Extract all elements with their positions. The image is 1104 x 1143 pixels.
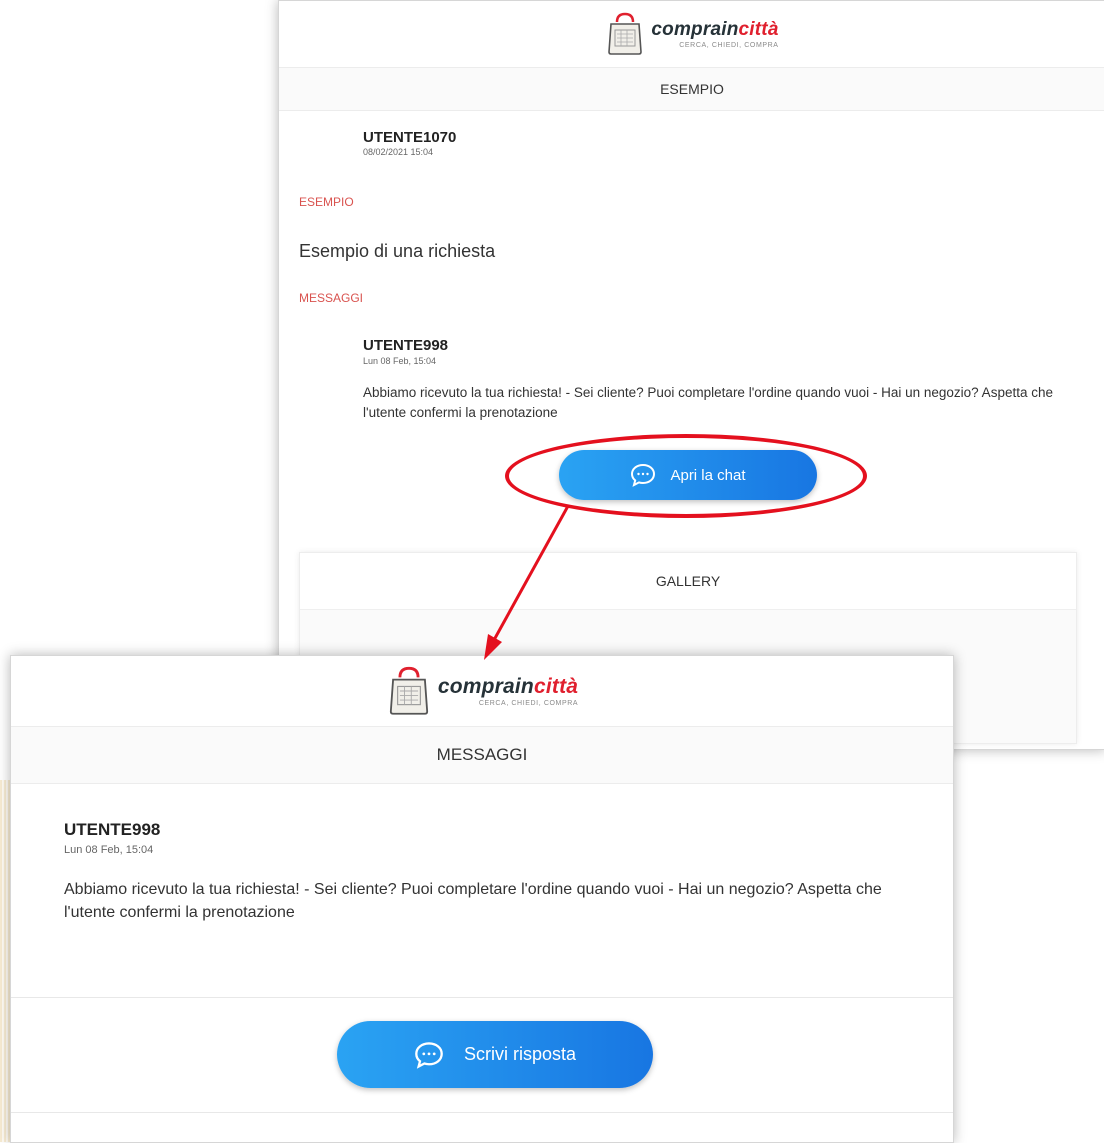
brand-logo[interactable]: compraincittà CERCA, CHIEDI, COMPRA xyxy=(386,666,578,716)
request-author-name: UTENTE1070 xyxy=(363,129,457,146)
messages-label: MESSAGGI xyxy=(299,291,364,305)
message-author: UTENTE998 Lun 08 Feb, 15:04 xyxy=(64,820,160,856)
request-date: 08/02/2021 15:04 xyxy=(363,147,434,157)
gallery-title: GALLERY xyxy=(300,553,1076,610)
message-date: Lun 08 Feb, 15:04 xyxy=(64,844,154,856)
message-date: Lun 08 Feb, 15:04 xyxy=(363,356,437,366)
brand-tagline: CERCA, CHIEDI, COMPRA xyxy=(679,42,779,49)
brand-name-part2: città xyxy=(533,675,579,698)
brand-name-part1: comprain xyxy=(437,675,534,698)
brand-name-part2: città xyxy=(738,19,779,40)
message-text: Abbiamo ricevuto la tua richiesta! - Sei… xyxy=(363,385,1053,420)
header-logo-bar: compraincittà CERCA, CHIEDI, COMPRA xyxy=(279,1,1104,68)
header-logo-bar: compraincittà CERCA, CHIEDI, COMPRA xyxy=(11,656,953,727)
chat-bubble-icon xyxy=(414,1041,444,1069)
request-author: UTENTE1070 08/02/2021 15:04 xyxy=(363,129,456,157)
message-author: UTENTE998 Lun 08 Feb, 15:04 xyxy=(363,337,448,366)
messages-screen: compraincittà CERCA, CHIEDI, COMPRA MESS… xyxy=(10,655,954,1143)
shopping-bag-icon xyxy=(386,666,432,716)
category-label: ESEMPIO xyxy=(299,195,354,209)
page-title: MESSAGGI xyxy=(11,727,953,784)
message-text: Abbiamo ricevuto la tua richiesta! - Sei… xyxy=(64,881,882,922)
page-title: ESEMPIO xyxy=(279,68,1104,111)
request-detail-screen: compraincittà CERCA, CHIEDI, COMPRA ESEM… xyxy=(278,0,1104,750)
open-chat-button[interactable]: Apri la chat xyxy=(559,450,817,500)
brand-logo[interactable]: compraincittà CERCA, CHIEDI, COMPRA xyxy=(605,12,778,56)
divider xyxy=(11,1112,953,1113)
divider xyxy=(11,997,953,998)
brand-tagline: CERCA, CHIEDI, COMPRA xyxy=(478,700,579,707)
request-text: Esempio di una richiesta xyxy=(299,241,496,261)
write-reply-button[interactable]: Scrivi risposta xyxy=(337,1021,653,1088)
open-chat-label: Apri la chat xyxy=(670,466,746,484)
brand-name-part1: comprain xyxy=(651,19,739,40)
write-reply-label: Scrivi risposta xyxy=(463,1044,577,1064)
message-author-name: UTENTE998 xyxy=(64,820,161,839)
chat-bubble-icon xyxy=(630,463,656,487)
message-author-name: UTENTE998 xyxy=(363,337,449,354)
shopping-bag-icon xyxy=(605,12,645,56)
